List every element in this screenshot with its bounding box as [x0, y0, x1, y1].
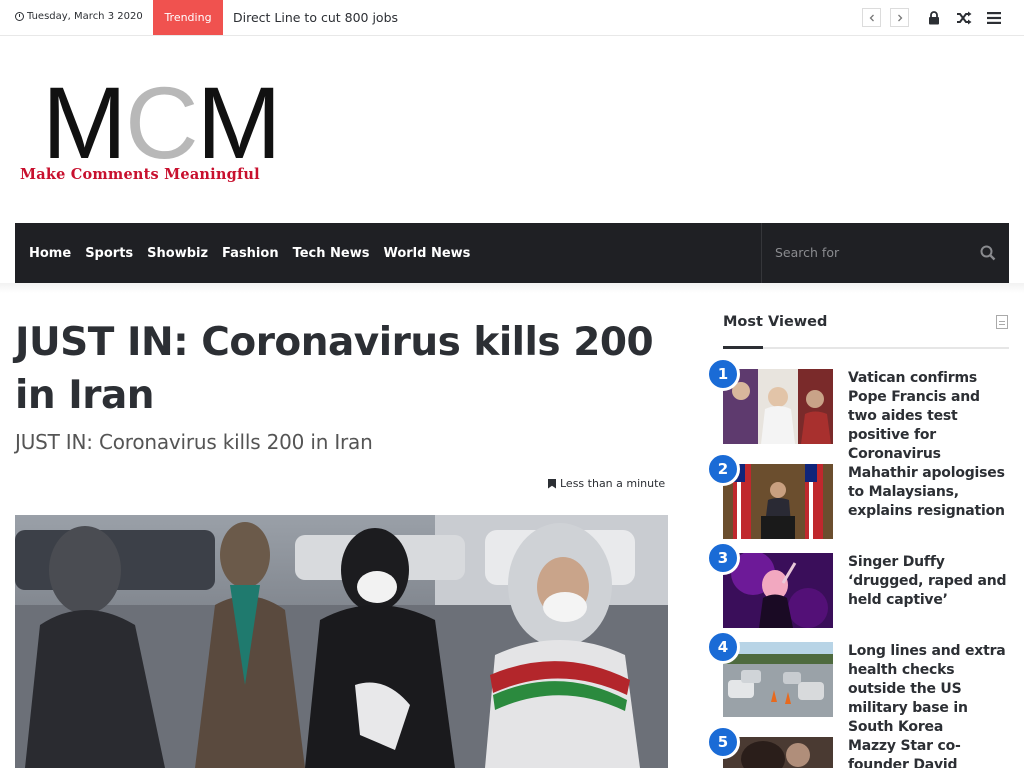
document-icon — [996, 315, 1008, 329]
nav-shadow — [0, 283, 1024, 293]
most-viewed-item[interactable]: 5 Mazzy Star co-founder David Roback die… — [706, 725, 1010, 768]
mahathir-photo — [723, 464, 833, 539]
logo-letter-c: C — [124, 66, 199, 180]
search-icon[interactable] — [980, 245, 996, 261]
most-viewed-heading: Most Viewed — [723, 314, 828, 330]
most-viewed-item[interactable]: 4 Long lines and extra health checks out… — [706, 630, 1009, 735]
clock-icon — [15, 12, 24, 21]
item-title-link[interactable]: Singer Duffy ‘drugged, raped and held ca… — [848, 553, 1010, 610]
search-input[interactable]: Search for — [761, 223, 1009, 283]
item-title-link[interactable]: Mazzy Star co-founder David Roback dies — [848, 737, 1010, 768]
trending-headline-link[interactable]: Direct Line to cut 800 jobs — [233, 10, 398, 25]
article-title: JUST IN: Coronavirus kills 200 in Iran — [15, 320, 654, 418]
traffic-line-photo — [723, 642, 833, 717]
most-viewed-item[interactable]: 3 Singer Duffy ‘drugged, raped and held … — [706, 541, 1010, 628]
bookmark-icon — [548, 478, 556, 489]
lock-icon — [929, 11, 939, 25]
item-title-link[interactable]: Mahathir apologises to Malaysians, expla… — [848, 464, 1010, 521]
logo-tagline: Make Comments Meaningful — [20, 166, 260, 183]
rank-badge: 5 — [706, 725, 740, 759]
menu-button[interactable] — [985, 9, 1003, 27]
login-button[interactable] — [925, 9, 943, 27]
rank-badge: 1 — [706, 357, 740, 391]
search-placeholder: Search for — [775, 245, 840, 260]
nav-item-sports[interactable]: Sports — [78, 246, 140, 261]
rank-badge: 2 — [706, 452, 740, 486]
nav-item-showbiz[interactable]: Showbiz — [140, 246, 215, 261]
women-in-masks-photo — [15, 515, 668, 768]
article-featured-image — [15, 515, 668, 768]
nav-item-world-news[interactable]: World News — [376, 246, 477, 261]
pope-photo — [723, 369, 833, 444]
logo-letter-m1: M — [42, 66, 127, 180]
chevron-left-icon — [869, 14, 874, 21]
chevron-right-icon — [897, 14, 902, 21]
most-viewed-item[interactable]: 2 Mahathir apologises to Malaysians, exp… — [706, 452, 1010, 539]
random-article-button[interactable] — [955, 9, 973, 27]
article-subtitle: JUST IN: Coronavirus kills 200 in Iran — [15, 430, 373, 454]
item-thumbnail[interactable] — [723, 369, 833, 444]
date-text: Tuesday, March 3 2020 — [27, 11, 143, 22]
menu-icon — [987, 12, 1001, 24]
shuffle-icon — [957, 11, 972, 25]
duffy-photo — [723, 553, 833, 628]
trending-label: Trending — [153, 0, 223, 35]
current-date: Tuesday, March 3 2020 — [15, 11, 143, 22]
heading-divider-accent — [723, 346, 763, 349]
main-navigation: Home Sports Showbiz Fashion Tech News Wo… — [15, 223, 1009, 283]
nav-item-fashion[interactable]: Fashion — [215, 246, 286, 261]
next-headline-button[interactable] — [890, 8, 909, 27]
item-thumbnail[interactable] — [723, 553, 833, 628]
item-title-link[interactable]: Vatican confirms Pope Francis and two ai… — [848, 369, 1010, 464]
item-thumbnail[interactable] — [723, 642, 833, 717]
prev-headline-button[interactable] — [862, 8, 881, 27]
site-logo[interactable]: MCM Make Comments Meaningful — [18, 72, 318, 188]
nav-item-tech-news[interactable]: Tech News — [286, 246, 377, 261]
heading-divider — [723, 347, 1009, 349]
rank-badge: 4 — [706, 630, 740, 664]
logo-letter-m2: M — [196, 66, 282, 180]
most-viewed-item[interactable]: 1 Vatican confirms Pope Francis and two … — [706, 357, 1009, 462]
logo-letters: MCM — [42, 72, 282, 174]
rank-badge: 3 — [706, 541, 740, 575]
reading-time: Less than a minute — [548, 477, 665, 490]
reading-time-text: Less than a minute — [560, 477, 666, 490]
nav-item-home[interactable]: Home — [22, 246, 78, 261]
item-title-link[interactable]: Long lines and extra health checks outsi… — [848, 642, 1010, 737]
item-thumbnail[interactable] — [723, 464, 833, 539]
top-bar: Tuesday, March 3 2020 Trending Direct Li… — [0, 0, 1024, 36]
